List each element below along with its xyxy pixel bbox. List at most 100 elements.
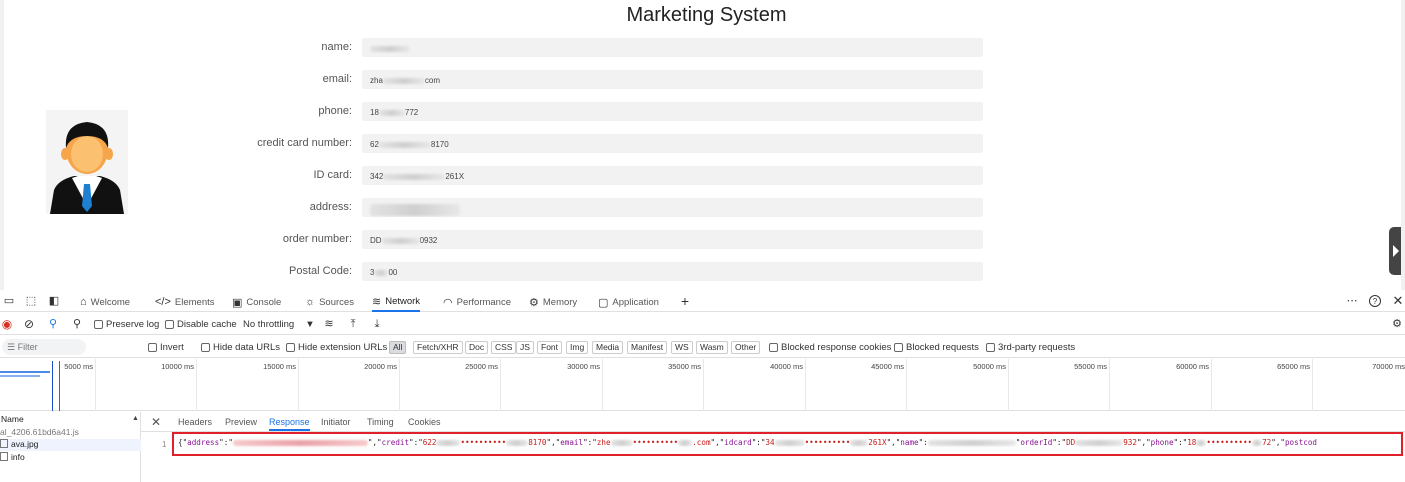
checkbox[interactable] — [165, 319, 174, 329]
network-filter-bar: ☰ Filter Invert Hide data URLs Hide exte… — [0, 336, 1405, 358]
network-timeline-overview[interactable]: 5000 ms 10000 ms 15000 ms 20000 ms 25000… — [0, 359, 1405, 411]
tab-application[interactable]: ▢ Application — [598, 292, 659, 312]
request-list-header[interactable]: Name — [0, 414, 141, 426]
invert-checkbox[interactable]: Invert — [148, 340, 184, 354]
preserve-log-checkbox[interactable]: Preserve log — [94, 317, 159, 331]
tab-elements[interactable]: </> Elements — [155, 292, 215, 312]
tab-console[interactable]: ▣ Console — [232, 292, 281, 312]
request-row[interactable]: al_4206.61bd6a41.js — [0, 427, 141, 439]
type-filter-ws[interactable]: WS — [671, 341, 693, 354]
tab-welcome[interactable]: ⌂ Welcome — [80, 292, 130, 312]
type-filter-fetch-xhr[interactable]: Fetch/XHR — [413, 341, 463, 354]
type-filter-css[interactable]: CSS — [491, 341, 517, 354]
more-options-icon[interactable]: ⋯ — [1345, 294, 1359, 308]
response-body-highlight[interactable]: {"address":" ","credit":"622 •••••••••• 817… — [172, 432, 1403, 456]
timeline-tick: 45000 ms — [871, 362, 904, 371]
hide-extension-urls-checkbox[interactable]: Hide extension URLs — [286, 340, 387, 354]
export-har-icon[interactable]: ⤓ — [370, 317, 384, 331]
field-row-order-number: order number: DD 0932 — [4, 230, 1004, 250]
record-stop-icon[interactable]: ◉ — [0, 317, 14, 331]
devtools-panel: ▭ ⬚ ◧ ⌂ Welcome </> Elements ▣ Console ☼ Sou… — [0, 290, 1405, 482]
checkbox[interactable] — [286, 342, 295, 352]
clear-icon[interactable]: ⊘ — [22, 317, 36, 331]
filter-input[interactable]: ☰ Filter — [2, 339, 86, 355]
type-filter-font[interactable]: Font — [537, 341, 563, 354]
address-field[interactable] — [362, 198, 983, 217]
checkbox[interactable] — [201, 342, 210, 352]
field-label: order number: — [282, 233, 352, 245]
type-filter-js[interactable]: JS — [516, 341, 534, 354]
field-row-credit-card: credit card number: 62 8170 — [4, 134, 1004, 154]
third-party-requests-checkbox[interactable]: 3rd-party requests — [986, 340, 1075, 354]
performance-icon: ◠ — [443, 296, 453, 309]
email-field[interactable]: zha com — [362, 70, 983, 89]
search-icon[interactable]: ⚲ — [70, 317, 84, 331]
type-filter-media[interactable]: Media — [592, 341, 624, 354]
tab-memory[interactable]: ⚙ Memory — [529, 292, 577, 312]
timeline-tick: 5000 ms — [64, 362, 93, 371]
checkbox[interactable] — [769, 342, 778, 352]
close-detail-icon[interactable]: ✕ — [151, 415, 161, 429]
type-filter-wasm[interactable]: Wasm — [696, 341, 728, 354]
tab-preview[interactable]: Preview — [225, 417, 257, 427]
throttling-select[interactable]: No throttling ▼ — [243, 317, 315, 331]
checkbox[interactable] — [148, 342, 157, 352]
checkbox[interactable] — [94, 319, 103, 329]
request-list: Name ▲ al_4206.61bd6a41.js ava.jpg info — [0, 412, 141, 482]
tab-response[interactable]: Response — [269, 417, 310, 431]
request-detail-tabs: ✕ Headers Preview Response Initiator Tim… — [141, 412, 1405, 432]
disable-cache-checkbox[interactable]: Disable cache — [165, 317, 237, 331]
close-icon[interactable]: ✕ — [1391, 294, 1405, 308]
tab-initiator[interactable]: Initiator — [321, 417, 351, 427]
document-file-icon — [0, 452, 8, 461]
credit-card-field[interactable]: 62 8170 — [362, 134, 983, 153]
tab-performance[interactable]: ◠ Performance — [443, 292, 511, 312]
filter-toggle-icon[interactable]: ⚲ — [46, 317, 60, 331]
name-field[interactable] — [362, 38, 983, 57]
add-tab-icon[interactable]: + — [678, 294, 692, 308]
field-label: address: — [309, 201, 352, 213]
type-filter-other[interactable]: Other — [731, 341, 761, 354]
postal-code-field[interactable]: 3 00 — [362, 262, 983, 281]
tab-sources[interactable]: ☼ Sources — [305, 292, 354, 312]
inspect-element-icon[interactable]: ⬚ — [24, 294, 38, 308]
line-number: 1 — [162, 440, 167, 449]
phone-field[interactable]: 18 772 — [362, 102, 983, 121]
type-filter-manifest[interactable]: Manifest — [627, 341, 668, 354]
type-filter-img[interactable]: Img — [566, 341, 589, 354]
import-har-icon[interactable]: ⤒ — [346, 317, 360, 331]
home-icon: ⌂ — [80, 296, 87, 308]
timeline-tick: 40000 ms — [770, 362, 803, 371]
filter-icon: ☰ — [7, 342, 18, 352]
tab-network[interactable]: ≋ Network — [372, 292, 421, 312]
checkbox[interactable] — [986, 342, 995, 352]
device-emulation-icon[interactable]: ▭ — [2, 294, 16, 308]
hide-data-urls-checkbox[interactable]: Hide data URLs — [201, 340, 280, 354]
settings-gear-icon[interactable]: ⚙ — [1390, 317, 1404, 331]
network-conditions-icon[interactable]: ≋ — [322, 317, 336, 331]
field-row-email: email: zha com — [4, 70, 1004, 90]
order-number-field[interactable]: DD 0932 — [362, 230, 983, 249]
blocked-response-cookies-checkbox[interactable]: Blocked response cookies — [769, 340, 891, 354]
dock-side-icon[interactable]: ◧ — [47, 294, 61, 308]
network-detail-panel: Name ▲ al_4206.61bd6a41.js ava.jpg info … — [0, 412, 1405, 482]
help-icon[interactable]: ? — [1369, 295, 1381, 307]
dropdown-arrow-icon: ▼ — [305, 318, 315, 330]
application-icon: ▢ — [598, 296, 609, 309]
tab-cookies[interactable]: Cookies — [408, 417, 441, 427]
blocked-requests-checkbox[interactable]: Blocked requests — [894, 340, 979, 354]
sort-arrow-icon[interactable]: ▲ — [132, 415, 139, 422]
type-filter-doc[interactable]: Doc — [465, 341, 489, 354]
console-icon: ▣ — [232, 296, 243, 309]
tab-timing[interactable]: Timing — [367, 417, 394, 427]
request-row[interactable]: info — [0, 452, 141, 464]
side-panel-toggle[interactable] — [1389, 227, 1401, 275]
field-row-name: name: — [4, 38, 1004, 58]
request-bar — [0, 375, 40, 377]
checkbox[interactable] — [894, 342, 903, 352]
response-json: {"address":" ","credit":"622 •••••••••• 817… — [178, 438, 1317, 447]
tab-headers[interactable]: Headers — [178, 417, 212, 427]
request-row[interactable]: ava.jpg — [0, 439, 141, 451]
type-filter-all[interactable]: All — [389, 341, 407, 354]
id-card-field[interactable]: 342 261X — [362, 166, 983, 185]
